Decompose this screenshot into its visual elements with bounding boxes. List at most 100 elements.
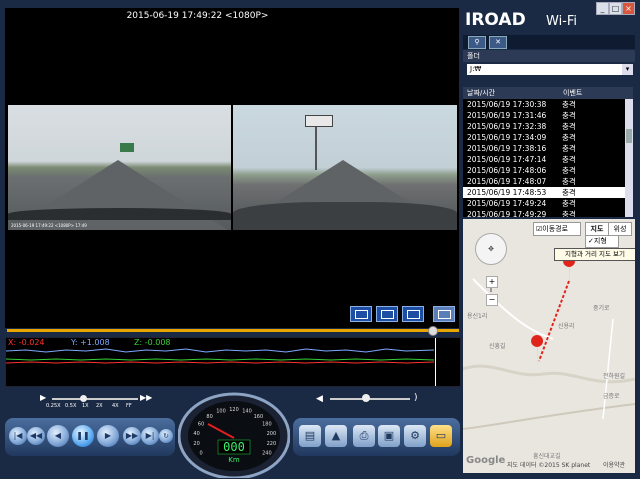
route-checkbox[interactable]: ☑이동경로 [533,222,581,236]
folder-path-input[interactable]: J:₩ [467,64,622,75]
gauge-tick-label: 60 [198,422,204,428]
gauge-tick-label: 120 [229,407,239,413]
next-file-icon[interactable]: ▶▶ [123,427,141,445]
gauge-tick-label: 160 [254,414,264,420]
map-view[interactable]: ✥ + − ☑이동경로 지도 위성 ✓지형 지형과 거리 지도 보기 중기로 신… [463,219,635,473]
seek-handle[interactable] [428,326,438,336]
zoom-in-button[interactable]: + [486,276,498,288]
speed-slider-track[interactable] [52,398,138,400]
map-pan-control[interactable]: ✥ [475,233,507,265]
brand-suffix: Wi-Fi [546,14,578,29]
film-icon[interactable]: ▤ [299,425,321,447]
repeat-icon[interactable]: ↻ [159,429,173,443]
list-item-datetime: 2015/06/19 17:32:38 [467,122,547,131]
column-event[interactable]: 이벤트 [563,87,582,99]
list-item-event: 충격 [562,133,576,142]
list-item[interactable]: 2015/06/19 17:30:38 충격 [463,99,625,110]
slow-icon[interactable]: ▶ [40,393,46,402]
road-icon[interactable]: ▲ [325,425,347,447]
speed-slider-handle[interactable] [80,395,87,402]
list-item[interactable]: 2015/06/19 17:48:53 충격 [463,187,625,198]
map-terms-link[interactable]: 이용약관 [603,460,625,469]
layout-pip-button[interactable] [402,306,424,322]
list-item[interactable]: 2015/06/19 17:34:09 충격 [463,132,625,143]
gauge-tick-label: 240 [262,451,272,457]
map-place-label: 금증로 [603,393,620,400]
gauge-speed: 000 [223,440,245,454]
volume-slider-handle[interactable] [362,394,370,402]
prev-file-icon[interactable]: ◀◀ [27,427,45,445]
map-place-label: 중기로 [593,305,610,312]
tools-icon[interactable]: ✕ [489,36,507,49]
print-icon[interactable]: ⎙ [353,425,375,447]
column-datetime[interactable]: 날짜/시간 [467,87,495,99]
play-icon[interactable]: ▶ [97,425,119,447]
folder-label: 폴더 [467,52,480,60]
maximize-icon[interactable]: □ [609,2,622,15]
list-item[interactable]: 2015/06/19 17:49:24 충격 [463,198,625,209]
map-type-tab[interactable]: 지도 [585,222,609,236]
search-icon[interactable]: ⚲ [468,36,486,49]
list-scroll-thumb[interactable] [626,129,632,143]
speed-tick: FF [126,403,132,409]
list-item-datetime: 2015/06/19 17:48:07 [467,177,547,186]
map-place-label: 신흥길 [489,343,506,350]
rear-road-sign [305,115,333,127]
zoom-slider[interactable] [490,288,492,292]
tool-bar: ▤ ▲ ⎙ ▣ ⚙ ▭ [293,418,460,456]
speed-tick: 1X [82,403,89,409]
settings-icon[interactable]: ⚙ [404,425,426,447]
folder-icon[interactable]: ▭ [430,425,452,447]
seek-bar[interactable] [7,329,459,332]
volume-max-icon: ) [414,393,418,403]
layout-single-button[interactable] [350,306,372,322]
gauge-tick-label: 100 [216,409,226,415]
list-item-event: 충격 [562,177,576,186]
layout-dual-button[interactable] [376,306,398,322]
list-item-event: 충격 [562,144,576,153]
list-item-datetime: 2015/06/19 17:48:06 [467,166,547,175]
terrain-option-label: 지형 [593,237,607,245]
front-camera-stamp: 2015-06-19 17:49:22 <1080P> 17:49 [11,223,87,228]
list-item[interactable]: 2015/06/19 17:38:16 충격 [463,143,625,154]
list-item[interactable]: 2015/06/19 17:48:07 충격 [463,176,625,187]
list-item[interactable]: 2015/06/19 17:32:38 충격 [463,121,625,132]
pause-icon[interactable]: ❚❚ [72,425,94,447]
save-icon[interactable]: ▣ [378,425,400,447]
folder-dropdown-icon[interactable]: ▾ [622,64,633,75]
list-item[interactable]: 2015/06/19 17:48:06 충격 [463,165,625,176]
list-item-datetime: 2015/06/19 17:31:46 [467,111,547,120]
list-item-event: 충격 [562,210,576,217]
terrain-check-icon: ✓ [588,237,594,245]
google-logo: Google [466,455,506,466]
zoom-out-button[interactable]: − [486,294,498,306]
list-header: 날짜/시간 이벤트 [463,87,633,99]
map-place-label: 용신1리 [467,313,488,320]
list-item-datetime: 2015/06/19 17:48:53 [467,188,547,197]
list-item[interactable]: 2015/06/19 17:31:46 충격 [463,110,625,121]
rewind-icon[interactable]: ◀ [47,425,69,447]
satellite-type-tab[interactable]: 위성 [608,222,632,236]
speed-tick: 2X [96,403,103,409]
rear-camera-view[interactable] [233,105,457,230]
terrain-option[interactable]: ✓지형 [585,235,619,248]
list-scrollbar[interactable] [625,99,633,217]
volume-slider-track[interactable] [330,398,410,400]
list-item[interactable]: 2015/06/19 17:47:14 충격 [463,154,625,165]
map-marker-end [531,335,544,369]
list-item[interactable]: 2015/06/19 17:49:29 충격 [463,209,625,217]
gauge-tick-label: 140 [242,409,252,415]
last-file-icon[interactable]: ▶| [141,427,159,445]
map-place-label: 전하원길 [603,373,626,380]
map-place-label: 흥신대교길 [533,453,561,460]
video-pane[interactable]: 2015-06-19 17:49:22 <1080P> 2015-06-19 1… [5,8,459,328]
playback-speed-control[interactable]: ▶ ▶▶ 0.25X 0.5X 1X 2X 4X FF [40,393,160,413]
layout-fullscreen-button[interactable] [433,306,455,322]
volume-icon[interactable]: ◀ [316,394,323,404]
minimize-icon[interactable]: _ [596,2,609,15]
close-icon[interactable]: × [622,2,635,15]
fast-forward-icon[interactable]: ▶▶ [140,393,152,402]
front-camera-view[interactable]: 2015-06-19 17:49:22 <1080P> 17:49 [8,105,231,230]
gsensor-graph: X: -0.024 Y: +1.008 Z: -0.008 [5,337,461,387]
first-file-icon[interactable]: |◀ [9,427,27,445]
